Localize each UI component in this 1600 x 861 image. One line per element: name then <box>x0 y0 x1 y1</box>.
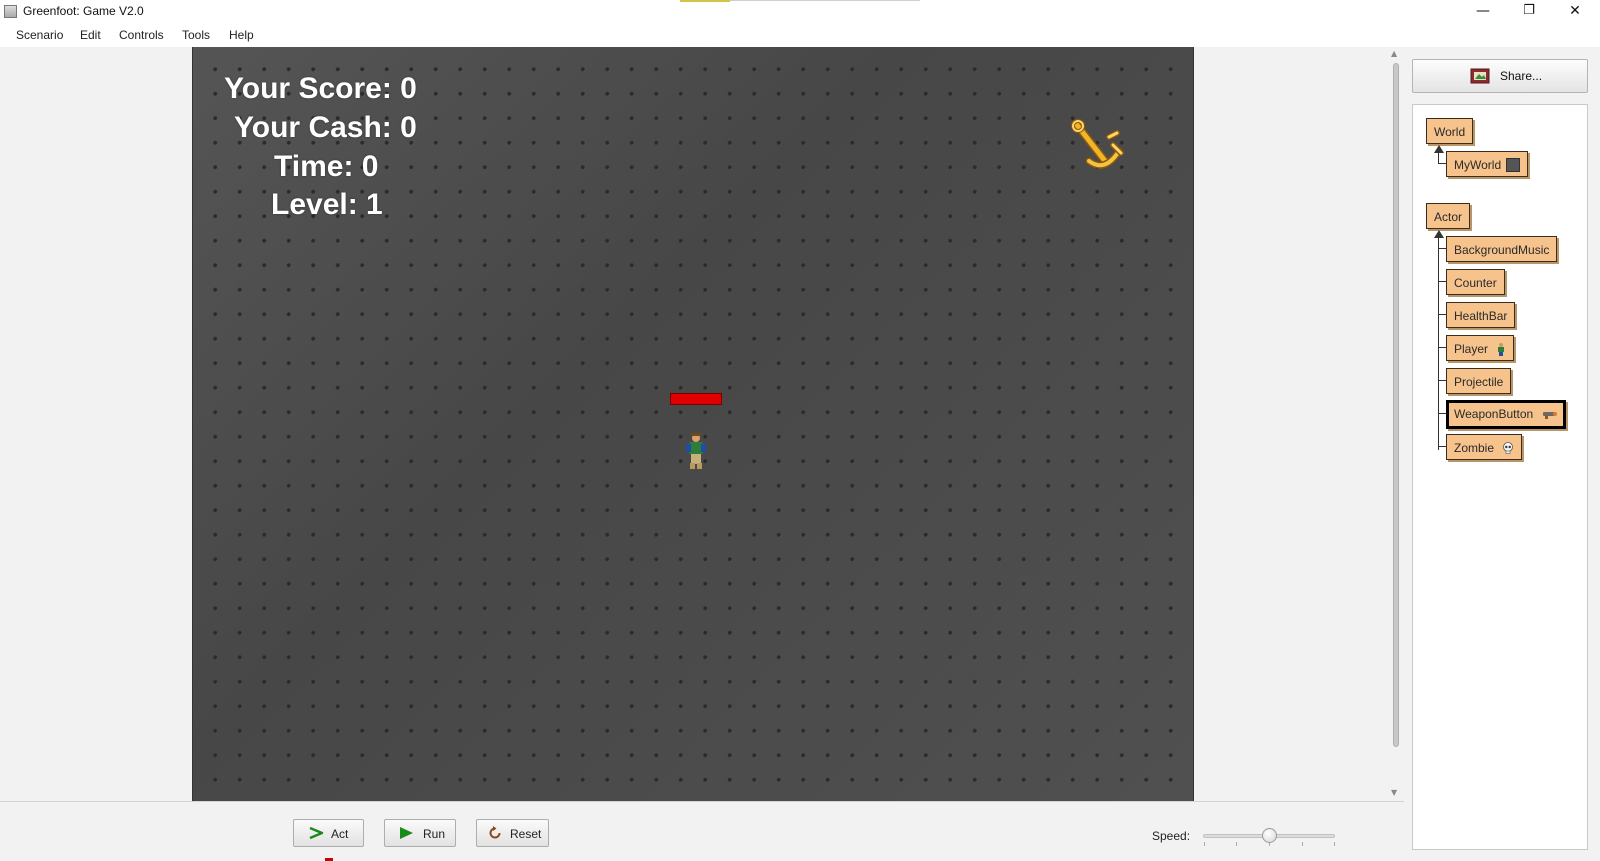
act-label: Act <box>331 827 349 841</box>
player-sprite[interactable] <box>683 432 709 470</box>
class-counter-label: Counter <box>1454 276 1497 290</box>
titlebar-accent <box>680 0 730 2</box>
menu-edit[interactable]: Edit <box>80 28 101 42</box>
share-button[interactable]: Share... <box>1412 59 1588 93</box>
class-actor-label: Actor <box>1434 210 1463 224</box>
tree-line <box>1438 152 1439 163</box>
greenfoot-app-icon <box>4 5 17 18</box>
class-player-label: Player <box>1454 342 1489 356</box>
share-icon <box>1470 68 1490 84</box>
share-label: Share... <box>1500 69 1543 83</box>
game-world[interactable]: Your Score: 0 Your Cash: 0 Time: 0 Level… <box>192 47 1194 801</box>
slider-tick <box>1334 842 1335 846</box>
class-backgroundmusic[interactable]: BackgroundMusic <box>1446 236 1558 262</box>
restore-button[interactable]: ❐ <box>1506 0 1552 23</box>
slider-tick <box>1204 842 1205 846</box>
act-button[interactable]: Act <box>293 819 364 847</box>
reset-label: Reset <box>510 827 542 841</box>
menu-bar: Scenario Edit Controls Tools Help <box>0 23 1600 47</box>
weapon-icon <box>1542 411 1557 419</box>
class-healthbar[interactable]: HealthBar <box>1446 302 1516 328</box>
titlebar-accent-line <box>730 0 920 1</box>
class-counter[interactable]: Counter <box>1446 269 1505 295</box>
act-step-icon <box>309 826 324 840</box>
world-vertical-scrollbar[interactable]: ▲ ▼ <box>1388 47 1404 801</box>
scroll-up-icon[interactable]: ▲ <box>1391 49 1397 58</box>
reset-button[interactable]: Reset <box>476 819 549 847</box>
speed-label: Speed: <box>1152 829 1191 843</box>
menu-tools[interactable]: Tools <box>182 28 210 42</box>
menu-controls[interactable]: Controls <box>119 28 164 42</box>
scroll-down-icon[interactable]: ▼ <box>1391 788 1397 797</box>
class-myworld[interactable]: MyWorld <box>1446 151 1529 177</box>
inheritance-arrow-icon <box>1434 145 1444 153</box>
class-healthbar-label: HealthBar <box>1454 309 1508 323</box>
window-title: Greenfoot: Game V2.0 <box>23 4 144 18</box>
run-play-icon <box>400 827 413 839</box>
window-titlebar: Greenfoot: Game V2.0 — ❐ ✕ <box>0 0 1600 23</box>
score-counter: Your Score: 0 <box>224 72 417 105</box>
class-backgroundmusic-label: BackgroundMusic <box>1454 243 1550 257</box>
class-player[interactable]: Player <box>1446 335 1515 361</box>
speed-slider-thumb[interactable] <box>1262 828 1277 843</box>
run-label: Run <box>423 827 446 841</box>
class-diagram-panel: World MyWorld Actor BackgroundMusic Coun… <box>1412 104 1588 850</box>
class-myworld-label: MyWorld <box>1454 158 1502 172</box>
control-bar <box>0 801 1404 861</box>
myworld-image-icon <box>1506 157 1521 172</box>
cash-counter: Your Cash: 0 <box>234 111 417 144</box>
slider-tick <box>1236 842 1237 846</box>
tree-line <box>1438 237 1439 450</box>
level-counter: Level: 1 <box>271 188 383 221</box>
weapon-button-anchor-icon[interactable] <box>1069 117 1125 173</box>
menu-scenario[interactable]: Scenario <box>16 28 63 42</box>
inheritance-arrow-icon <box>1434 230 1444 238</box>
player-health-bar <box>670 393 722 405</box>
zombie-skull-icon <box>1503 441 1514 454</box>
class-weaponbutton[interactable]: WeaponButton <box>1446 400 1566 429</box>
player-icon <box>1498 342 1505 356</box>
slider-tick <box>1302 842 1303 846</box>
run-button[interactable]: Run <box>384 819 456 847</box>
class-zombie[interactable]: Zombie <box>1446 434 1523 460</box>
class-actor[interactable]: Actor <box>1426 203 1471 229</box>
class-world-label: World <box>1434 125 1466 139</box>
menu-help[interactable]: Help <box>229 28 254 42</box>
speed-slider[interactable] <box>1203 825 1335 849</box>
time-counter: Time: 0 <box>274 150 379 183</box>
class-weaponbutton-label: WeaponButton <box>1454 407 1534 421</box>
class-world[interactable]: World <box>1426 118 1474 144</box>
class-zombie-label: Zombie <box>1454 441 1495 455</box>
class-projectile[interactable]: Projectile <box>1446 368 1512 394</box>
class-projectile-label: Projectile <box>1454 375 1504 389</box>
minimize-button[interactable]: — <box>1460 0 1506 23</box>
scroll-thumb[interactable] <box>1393 63 1399 747</box>
close-button[interactable]: ✕ <box>1552 0 1598 23</box>
reset-icon <box>489 826 501 839</box>
